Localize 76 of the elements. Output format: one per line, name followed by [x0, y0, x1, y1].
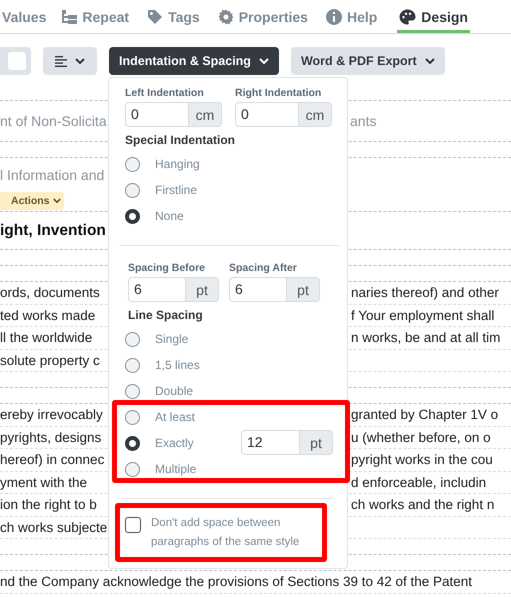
radio-button[interactable] [125, 384, 140, 398]
document-text: ants [350, 113, 378, 129]
checkbox-label: Don't add space between paragraphs of the same style [151, 516, 300, 550]
number-field[interactable]: 0 cm [235, 102, 332, 127]
document-text: ll the worldwide [0, 330, 92, 346]
document-text: yment with the [0, 474, 88, 490]
document-text: nt of Non-Solicita [0, 113, 108, 129]
document-text: u (whether before, on o [351, 430, 492, 445]
radio-label: Single [155, 332, 188, 346]
chevron-icon [424, 58, 435, 64]
number-field[interactable]: 6 pt [128, 277, 219, 302]
document-text: hereof) in connec [0, 452, 104, 468]
document-text: naries thereof) and other [351, 285, 500, 300]
document-text: solute property c [0, 352, 100, 368]
document-text: ords, documents [0, 285, 100, 300]
radio-button[interactable] [125, 182, 140, 198]
tag-icon [147, 8, 164, 24]
field-label: Spacing After [229, 262, 298, 274]
section-title: Line Spacing [128, 308, 204, 322]
hierarchy-icon [61, 8, 78, 24]
radio-button[interactable] [125, 332, 140, 346]
radio-button[interactable] [125, 462, 140, 476]
document-text: granted by Chapter 1V o [351, 407, 500, 422]
unit-label: cm [188, 103, 221, 126]
radio-label: Firstline [155, 183, 198, 197]
radio-label: Hanging [155, 157, 200, 171]
document-text: ion the right to b [0, 497, 97, 512]
chevron-icon [75, 58, 85, 64]
document-text: l Information and [0, 166, 106, 182]
color-swatch [8, 52, 26, 70]
menu-button[interactable]: Indentation & Spacing [109, 47, 279, 75]
radio-button[interactable] [125, 208, 140, 224]
settings-icon [218, 8, 234, 24]
document-text: pyrights, designs [0, 430, 102, 445]
align-button[interactable] [43, 47, 97, 75]
unit-label: cm [298, 103, 331, 126]
radio-label: None [155, 209, 184, 223]
number-field[interactable]: 6 pt [229, 277, 320, 302]
unit-label: pt [185, 278, 218, 301]
document-text: pyright works in the cou [351, 452, 494, 468]
chevron-icon [258, 58, 269, 64]
radio-label: 1,5 lines [155, 358, 200, 372]
align-left-icon [55, 56, 67, 66]
radio-label: Exactly [155, 436, 194, 450]
unit-label: pt [299, 431, 332, 454]
radio-button[interactable] [125, 358, 140, 372]
document-text: d enforceable, includin [351, 474, 488, 490]
field-label: Left Indentation [125, 87, 205, 99]
radio-button[interactable] [125, 156, 140, 172]
document-text: ch works subjecte [0, 520, 108, 535]
unit-label: pt [286, 278, 319, 301]
document-text: ch works and the right n [351, 497, 496, 512]
section-heading: ight, Invention [0, 222, 107, 240]
tab[interactable]: Design [397, 0, 470, 33]
palette-icon [399, 8, 416, 24]
radio-button[interactable] [125, 436, 140, 450]
field-label: Spacing Before [128, 262, 206, 274]
document-text: nd the Company acknowledge the provisions of Sections 39 to 42 of the Patent [0, 574, 472, 590]
number-field[interactable]: 12 pt [241, 430, 333, 455]
field-label: Right Indentation [235, 87, 322, 99]
document-text: f Your employment shall [351, 308, 496, 323]
document-text: ted works made [0, 308, 96, 323]
chevron-icon [52, 198, 61, 204]
checkbox[interactable] [125, 517, 141, 533]
number-field[interactable]: 0 cm [125, 102, 222, 127]
radio-label: Multiple [155, 462, 196, 476]
document-text: n works, be and at all tim [351, 330, 502, 346]
document-text: ereby irrevocably [0, 407, 103, 422]
color-button[interactable] [0, 47, 31, 75]
radio-button[interactable] [125, 410, 140, 424]
radio-label: Double [155, 384, 194, 398]
section-title: Special Indentation [125, 133, 236, 147]
radio-label: At least [155, 410, 196, 424]
actions-button[interactable]: Actions [0, 192, 64, 210]
menu-button[interactable]: Word & PDF Export [290, 47, 445, 75]
info-icon [326, 8, 342, 24]
